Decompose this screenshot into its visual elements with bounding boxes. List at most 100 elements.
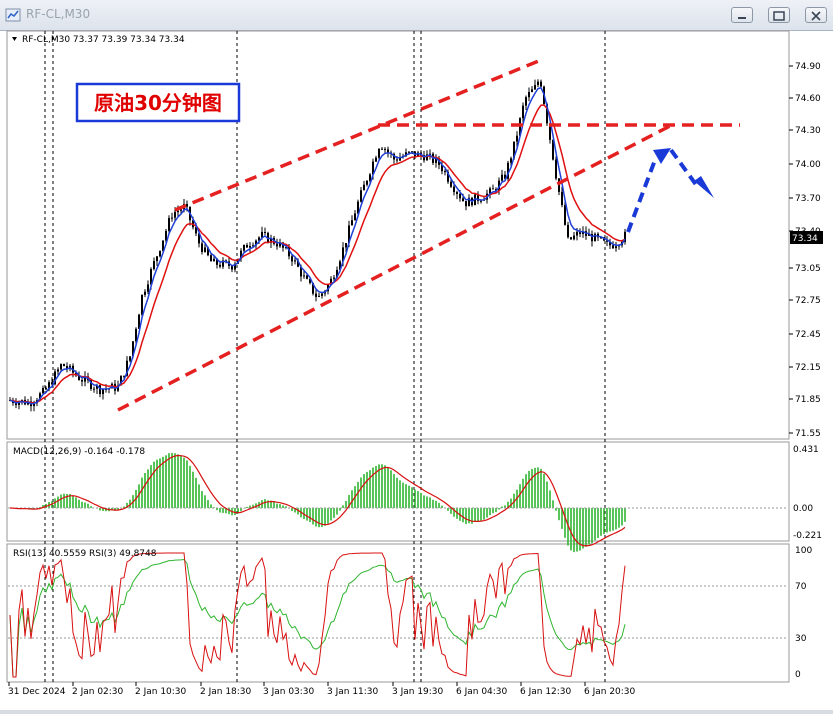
candle-body <box>534 85 536 90</box>
title-bar[interactable]: RF-CL,M30 <box>0 0 833 31</box>
close-button[interactable] <box>805 7 827 23</box>
price-axis-label: 72.75 <box>795 296 821 306</box>
rsi-axis-label: 0 <box>795 670 801 680</box>
candle-body <box>561 191 563 206</box>
candle-body <box>294 260 296 262</box>
candle-body <box>249 246 251 248</box>
candle-body <box>210 255 212 262</box>
price-axis-label: 74.90 <box>795 62 821 72</box>
candle-body <box>204 247 206 252</box>
candle-body <box>531 89 533 93</box>
candle-body <box>450 181 452 187</box>
candle-body <box>459 193 461 199</box>
restore-button[interactable] <box>768 7 790 23</box>
candle-body <box>306 275 308 279</box>
minimize-button[interactable] <box>731 7 753 23</box>
candle-body <box>141 294 143 315</box>
macd-axis-label: 0.431 <box>793 445 819 455</box>
price-axis-label: 71.55 <box>795 429 821 439</box>
time-axis-label: 31 Dec 2024 <box>8 687 66 697</box>
time-axis-label: 2 Jan 02:30 <box>72 687 124 697</box>
candle-body <box>528 92 530 98</box>
chart-app-icon <box>5 8 21 22</box>
candle-body <box>444 171 446 173</box>
candle-body <box>384 148 386 150</box>
candle-body <box>201 243 203 252</box>
time-axis-label: 3 Jan 11:30 <box>327 687 379 697</box>
candle-body <box>333 277 335 279</box>
time-axis-label: 6 Jan 04:30 <box>456 687 508 697</box>
candle-body <box>381 148 383 150</box>
window-title: RF-CL,M30 <box>26 7 91 21</box>
candle-body <box>303 275 305 277</box>
candle-body <box>57 369 59 372</box>
macd-axis-label: -0.221 <box>793 531 822 541</box>
candle-body <box>396 159 398 161</box>
candle-body <box>102 389 104 395</box>
candle-body <box>363 184 365 191</box>
candle-body <box>573 235 575 240</box>
candle-body <box>129 356 131 361</box>
rsi-axis-label: 70 <box>795 582 807 592</box>
candle-body <box>243 245 245 251</box>
price-axis-label: 72.45 <box>795 330 821 340</box>
candle-body <box>246 245 248 248</box>
candle-body <box>321 293 323 296</box>
candle-body <box>168 218 170 231</box>
price-axis-label: 72.15 <box>795 363 821 373</box>
candle-body <box>456 192 458 194</box>
price-axis-label: 74.30 <box>795 126 821 136</box>
candle-body <box>525 97 527 106</box>
candle-body <box>81 380 83 382</box>
candle-body <box>366 180 368 185</box>
candle-body <box>315 293 317 297</box>
price-axis-label: 74.00 <box>795 160 821 170</box>
candle-body <box>516 135 518 142</box>
restore-icon <box>773 11 785 21</box>
time-axis-label: 6 Jan 20:30 <box>584 687 636 697</box>
candle-body <box>45 388 47 390</box>
candle-body <box>492 188 494 190</box>
candle-body <box>156 256 158 262</box>
candle-body <box>345 243 347 248</box>
candle-body <box>378 148 380 158</box>
candle-body <box>387 149 389 153</box>
price-axis-label: 73.70 <box>795 194 821 204</box>
time-axis: 31 Dec 2024 2 Jan 02:30 2 Jan 10:30 2 Jan 1… <box>8 682 636 697</box>
candle-body <box>147 284 149 292</box>
time-axis-label: 3 Jan 19:30 <box>392 687 444 697</box>
price-axis: 74.9074.6074.3074.0073.7073.4073.0572.75… <box>789 62 821 439</box>
rsi-axis-label: 30 <box>795 634 807 644</box>
candle-body <box>42 388 44 394</box>
candle-body <box>453 186 455 193</box>
candle-body <box>537 81 539 86</box>
rsi-axis-label: 100 <box>795 546 812 556</box>
candle-body <box>93 388 95 390</box>
chart-area[interactable]: 原油30分钟图 RF-CL,M30 73.37 73.39 73.34 73.3… <box>0 30 833 710</box>
candle-body <box>63 364 65 367</box>
time-axis-label: 6 Jan 12:30 <box>520 687 572 697</box>
price-axis-label: 71.85 <box>795 395 821 405</box>
rsi-panel[interactable] <box>6 543 790 683</box>
candle-body <box>522 105 524 119</box>
candle-body <box>480 200 482 202</box>
candle-body <box>153 261 155 270</box>
candle-body <box>501 174 503 181</box>
candle-body <box>174 212 176 218</box>
candle-body <box>159 250 161 257</box>
macd-label: MACD(12,26,9) -0.164 -0.178 <box>13 447 145 457</box>
chart-info-label: RF-CL,M30 73.37 73.39 73.34 73.34 <box>22 35 185 45</box>
macd-axis: 0.431 0.00 -0.221 <box>793 445 822 541</box>
close-icon <box>811 11 821 21</box>
rsi-label: RSI(13) 40.5559 RSI(3) 49.8748 <box>13 549 157 559</box>
price-axis-label: 73.05 <box>795 264 821 274</box>
candle-body <box>576 231 578 236</box>
candle-body <box>462 198 464 202</box>
candle-body <box>510 158 512 163</box>
candle-body <box>99 385 101 395</box>
chart-svg[interactable]: 原油30分钟图 RF-CL,M30 73.37 73.39 73.34 73.3… <box>0 30 833 710</box>
time-axis-label: 2 Jan 10:30 <box>135 687 187 697</box>
candle-body <box>219 264 221 267</box>
candle-body <box>60 364 62 370</box>
candle-body <box>276 243 278 247</box>
